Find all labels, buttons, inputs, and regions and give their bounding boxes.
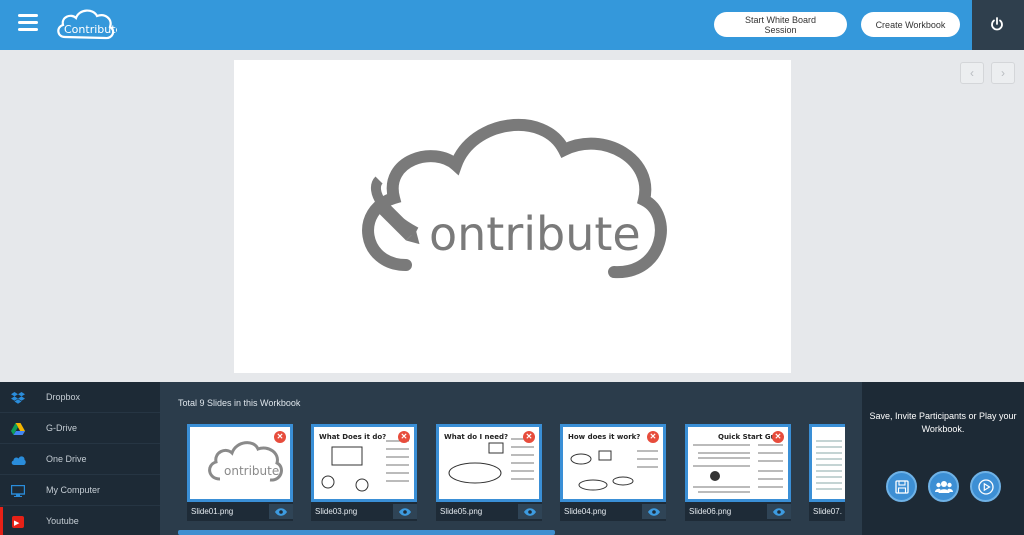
slide-thumbnail-image[interactable]: How does it work? ✕ xyxy=(560,424,666,502)
slide-thumbnail-image[interactable]: What Does it do? ✕ xyxy=(311,424,417,502)
preview-eye-icon[interactable] xyxy=(269,504,293,519)
save-button[interactable] xyxy=(886,471,917,502)
create-workbook-button[interactable]: Create Workbook xyxy=(861,12,960,37)
power-button[interactable] xyxy=(972,0,1024,50)
actions-instruction-text: Save, Invite Participants or Play your W… xyxy=(869,411,1017,434)
source-sidebar: Dropbox G-Drive One Drive My Computer ▶ … xyxy=(0,382,160,535)
hamburger-menu-icon[interactable] xyxy=(18,14,38,32)
preview-eye-icon[interactable] xyxy=(518,504,542,519)
slides-strip: Total 9 Slides in this Workbook ontribut… xyxy=(160,382,862,535)
delete-slide-icon[interactable]: ✕ xyxy=(523,431,535,443)
power-icon xyxy=(991,17,1003,31)
svg-text:ontribute: ontribute xyxy=(224,464,279,478)
app-logo[interactable]: Contribute xyxy=(55,5,123,45)
source-label: Dropbox xyxy=(46,392,81,402)
slide-thumbnail-image[interactable]: ontribute ✕ xyxy=(187,424,293,502)
slide-thumbnail[interactable]: What Does it do? ✕ Slide03.png xyxy=(311,424,417,521)
slide-thumbnail-image[interactable]: What do I need? ✕ xyxy=(436,424,542,502)
source-item-onedrive[interactable]: One Drive xyxy=(0,445,160,475)
source-item-gdrive[interactable]: G-Drive xyxy=(0,414,160,444)
slide-thumbnail[interactable]: Slide07. xyxy=(809,424,845,521)
source-label: Youtube xyxy=(46,516,79,526)
gdrive-icon xyxy=(0,414,36,444)
users-icon xyxy=(934,480,953,493)
slide-thumbnail[interactable]: What do I need? ✕ Slide05.png xyxy=(436,424,542,521)
slide-thumbnail[interactable]: Quick Start Gu ✕ Slide06.png xyxy=(685,424,791,521)
onedrive-icon xyxy=(0,445,36,475)
slide-filename: Slide06.png xyxy=(689,507,732,516)
main-logo-text: ontribute xyxy=(429,207,641,261)
slide-filename: Slide07. xyxy=(813,507,842,516)
preview-eye-icon[interactable] xyxy=(767,504,791,519)
delete-slide-icon[interactable]: ✕ xyxy=(274,431,286,443)
workbook-actions-panel: Save, Invite Participants or Play your W… xyxy=(862,382,1024,535)
save-icon xyxy=(894,479,909,494)
svg-text:▶: ▶ xyxy=(14,519,20,527)
contribute-logo-image: ontribute xyxy=(362,119,667,279)
source-label: G-Drive xyxy=(46,423,77,433)
slide-thumbnail-image[interactable]: Quick Start Gu ✕ xyxy=(685,424,791,502)
delete-slide-icon[interactable]: ✕ xyxy=(772,431,784,443)
youtube-icon: ▶ xyxy=(0,507,36,535)
delete-slide-icon[interactable]: ✕ xyxy=(647,431,659,443)
source-item-youtube[interactable]: ▶ Youtube xyxy=(0,507,160,535)
slides-scrollbar[interactable] xyxy=(178,530,555,535)
slide-filename: Slide03.png xyxy=(315,507,358,516)
main-slide-preview: ontribute xyxy=(234,60,791,373)
invite-participants-button[interactable] xyxy=(928,471,959,502)
slide-filename: Slide05.png xyxy=(440,507,483,516)
preview-eye-icon[interactable] xyxy=(393,504,417,519)
slide-thumbnail[interactable]: How does it work? ✕ Slide04.png xyxy=(560,424,666,521)
previous-slide-button[interactable]: ‹ xyxy=(960,62,984,84)
dropbox-icon xyxy=(0,383,36,413)
preview-eye-icon[interactable] xyxy=(642,504,666,519)
monitor-icon xyxy=(0,476,36,506)
next-slide-button[interactable]: › xyxy=(991,62,1015,84)
play-icon xyxy=(977,478,994,495)
slide-thumbnail-image[interactable] xyxy=(809,424,845,502)
source-item-dropbox[interactable]: Dropbox xyxy=(0,383,160,413)
app-header: Contribute Start White Board Session Cre… xyxy=(0,0,1024,50)
slide-filename: Slide01.png xyxy=(191,507,234,516)
logo-text: Contribute xyxy=(64,23,117,36)
source-label: One Drive xyxy=(46,454,87,464)
delete-slide-icon[interactable]: ✕ xyxy=(398,431,410,443)
source-label: My Computer xyxy=(46,485,101,495)
source-item-my-computer[interactable]: My Computer xyxy=(0,476,160,506)
start-whiteboard-button[interactable]: Start White Board Session xyxy=(714,12,847,37)
play-workbook-button[interactable] xyxy=(970,471,1001,502)
slide-filename: Slide04.png xyxy=(564,507,607,516)
slide-thumbnail[interactable]: ontribute ✕ Slide01.png xyxy=(187,424,293,521)
slides-count-title: Total 9 Slides in this Workbook xyxy=(178,398,301,408)
